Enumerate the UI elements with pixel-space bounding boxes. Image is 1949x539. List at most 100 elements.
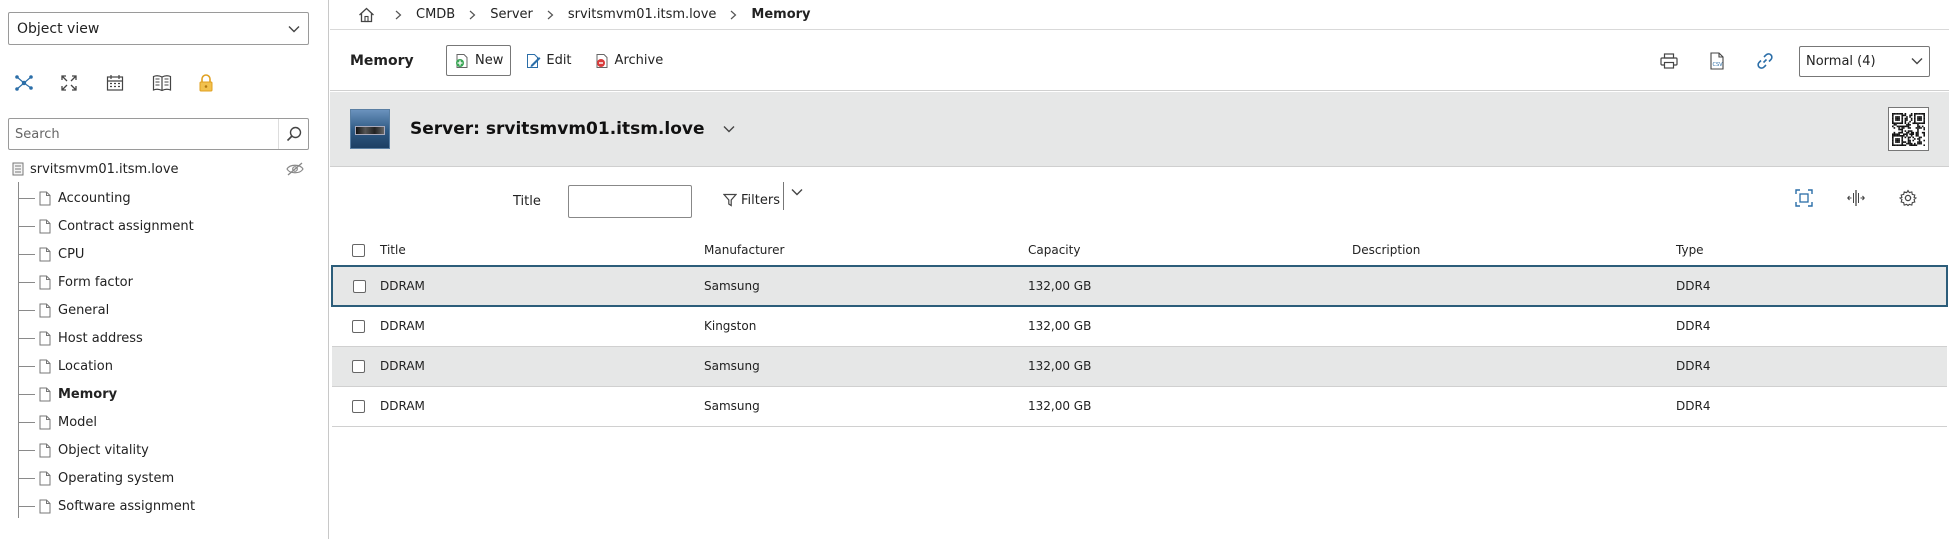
tree-root[interactable]: srvitsmvm01.itsm.love [12,158,312,180]
tree-item-operating-system[interactable]: Operating system [18,464,308,492]
table-row[interactable]: DDRAM Samsung 132,00 GB DDR4 [332,386,1947,426]
cell-capacity: 132,00 GB [1028,265,1352,307]
new-button[interactable]: New [446,45,512,76]
tree-item-label: General [58,302,110,318]
view-mode-value: Object view [17,20,100,37]
tree-connector [18,449,35,451]
tree-item-label: Operating system [58,470,175,486]
row-select-cell [332,306,380,346]
archive-button[interactable]: Archive [586,45,672,76]
chevron-down-icon[interactable] [791,188,803,196]
tree-item-location[interactable]: Location [18,352,308,380]
column-header-type[interactable]: Type [1676,234,1947,266]
chevron-down-icon[interactable] [723,125,735,133]
title-filter-input[interactable] [568,185,692,218]
breadcrumb-cmdb[interactable]: CMDB [416,7,455,22]
archive-icon [594,53,610,69]
cell-manufacturer: Kingston [704,319,757,334]
cell-type: DDR4 [1676,265,1948,307]
svg-text:CSV: CSV [1713,62,1724,68]
page-title: Memory [350,52,414,69]
breadcrumb-object[interactable]: srvitsmvm01.itsm.love [568,7,717,22]
table-row[interactable]: DDRAM Samsung 132,00 GB DDR4 [331,265,1948,307]
search-icon[interactable] [278,119,308,149]
tree-items: Accounting Contract assignment CPU Form fac… [18,184,308,520]
cell-title: DDRAM [380,265,704,307]
chevron-down-icon [1911,57,1923,65]
tree-item-host-address[interactable]: Host address [18,324,308,352]
panel-toolbar [14,72,244,94]
table-row[interactable]: DDRAM Kingston 132,00 GB DDR4 [332,306,1947,346]
tree-item-contract-assignment[interactable]: Contract assignment [18,212,308,240]
filters-button[interactable]: Filters [723,188,780,212]
tree-connector [18,477,35,479]
tree-connector [18,253,35,255]
home-icon[interactable] [358,7,375,23]
tree-item-label: Form factor [58,274,133,290]
cell-manufacturer: Samsung [704,265,1028,307]
tree-item-accounting[interactable]: Accounting [18,184,308,212]
tree-item-label: Location [58,358,113,374]
chevron-right-icon [395,10,402,20]
column-header-title[interactable]: Title [380,234,704,266]
server-icon [12,162,24,176]
breadcrumb-server[interactable]: Server [490,7,533,22]
hide-empty-icon[interactable] [286,162,304,176]
csv-export-icon[interactable]: CSV [1693,46,1741,76]
cell-capacity: 132,00 GB [1028,319,1092,334]
search-input[interactable] [15,126,278,142]
tree-item-label: Accounting [58,190,131,206]
tree-item-model[interactable]: Model [18,408,308,436]
document-icon [39,303,51,318]
print-icon[interactable] [1645,46,1693,76]
tree-item-form-factor[interactable]: Form factor [18,268,308,296]
row-checkbox[interactable] [352,400,365,413]
expand-icon[interactable] [60,72,106,94]
document-icon [39,359,51,374]
document-icon [39,275,51,290]
document-icon [39,331,51,346]
tree-item-label: CPU [58,246,85,262]
chevron-right-icon [730,10,737,20]
tree-item-label: Host address [58,330,143,346]
table-header-row: Title Manufacturer Capacity Description … [332,234,1947,266]
cell-description [1352,306,1676,346]
column-header-description[interactable]: Description [1352,234,1676,266]
document-icon [39,415,51,430]
row-checkbox[interactable] [352,320,365,334]
lock-icon[interactable] [198,72,244,94]
tree-item-object-vitality[interactable]: Object vitality [18,436,308,464]
breadcrumb: CMDB Server srvitsmvm01.itsm.love Memory [330,0,1949,30]
tree-connector [18,365,35,367]
cell-description [1352,265,1676,307]
tree-item-general[interactable]: General [18,296,308,324]
calendar-icon[interactable] [106,72,152,94]
gear-icon[interactable] [1882,186,1934,210]
fit-screen-icon[interactable] [1778,186,1830,210]
table-tools [1778,186,1934,210]
document-icon [39,219,51,234]
tree-item-cpu[interactable]: CPU [18,240,308,268]
tree-item-software-assignment[interactable]: Software assignment [18,492,308,520]
link-icon[interactable] [1741,46,1789,76]
relations-icon[interactable] [14,72,60,94]
row-checkbox[interactable] [353,280,366,293]
level-select[interactable]: Normal (4) [1799,45,1930,77]
column-resize-icon[interactable] [1830,186,1882,210]
breadcrumb-current: Memory [751,7,811,22]
column-header-capacity[interactable]: Capacity [1028,234,1352,266]
tree-item-label: Contract assignment [58,218,194,234]
column-header-manufacturer[interactable]: Manufacturer [704,234,1028,266]
table-row[interactable]: DDRAM Samsung 132,00 GB DDR4 [332,346,1947,386]
book-icon[interactable] [152,72,198,94]
tree-item-memory[interactable]: Memory [18,380,308,408]
select-all-checkbox[interactable] [352,243,365,257]
edit-button[interactable]: Edit [517,45,579,76]
view-mode-select[interactable]: Object view [8,12,309,45]
document-icon [39,247,51,262]
tree-search [8,118,309,150]
row-checkbox[interactable] [352,360,365,373]
qr-code-icon[interactable] [1888,107,1929,151]
cell-type: DDR4 [1676,319,1711,334]
tree-connector [18,225,35,227]
